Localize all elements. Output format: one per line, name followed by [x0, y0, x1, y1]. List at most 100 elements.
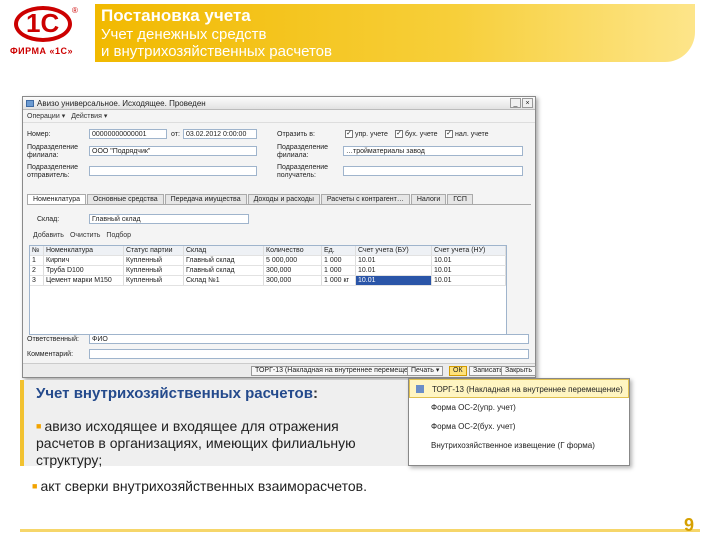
number-label: Номер: [27, 131, 51, 138]
column-header[interactable]: Количество [264, 246, 322, 255]
clear-button[interactable]: Очистить [70, 232, 100, 239]
menu-item-notice[interactable]: Внутрихозяйственное извещение (Г форма) [409, 436, 629, 455]
slide-subtitle-1: Учет денежных средств [101, 26, 267, 43]
date-label: от: [171, 131, 180, 138]
page-number: 9 [683, 515, 694, 535]
responsible-field[interactable]: ФИО [89, 334, 529, 344]
print-form-button[interactable]: ТОРГ-13 (Накладная на внутреннее перемещ… [251, 366, 426, 376]
panel-title: Учет внутрихозяйственных расчетов: [36, 385, 318, 402]
column-header[interactable]: Статус партии [124, 246, 184, 255]
window-title: Авизо универсальное. Исходящее. Проведен [37, 99, 206, 108]
menu-item-label: Внутрихозяйственное извещение (Г форма) [431, 441, 595, 450]
minimize-icon[interactable]: _ [510, 98, 521, 108]
table-cell: 10.01 [432, 256, 506, 265]
table-cell: 10.01 [432, 276, 506, 285]
close-button[interactable]: Закрыть [501, 366, 536, 376]
table-cell: 3 [30, 276, 44, 285]
table-cell: Кирпич [44, 256, 124, 265]
table-header-row: № Номенклатура Статус партии Склад Колич… [30, 246, 506, 256]
number-field[interactable]: 00000000000001 [89, 129, 167, 139]
table-cell: Купленный [124, 276, 184, 285]
bullet-item: ■ авизо исходящее и входящее для отражени… [36, 418, 356, 469]
close-icon[interactable]: × [522, 98, 533, 108]
table-row[interactable]: 1 Кирпич Купленный Главный склад 5 000,0… [30, 256, 506, 266]
reflect-nu-checkbox[interactable]: ✓ [445, 130, 453, 138]
receiver-branch-field[interactable]: …тройматериалы завод [343, 146, 523, 156]
table-cell-selected[interactable]: 10.01 [356, 276, 432, 285]
column-header[interactable]: Номенклатура [44, 246, 124, 255]
tab-counterparty-settlements[interactable]: Расчеты с контрагент… [320, 194, 410, 204]
table-cell: Склад №1 [184, 276, 264, 285]
comment-field[interactable] [89, 349, 529, 359]
receiver-branch-label: Подразделение филиала: [277, 144, 329, 159]
logo-text: ФИРМА «1С» [10, 46, 74, 56]
bullet-square-icon: ■ [32, 481, 38, 491]
branch-field[interactable]: ООО "Подрядчик" [89, 146, 257, 156]
print-button[interactable]: Печать ▾ [407, 366, 444, 376]
column-header[interactable]: Ед. [322, 246, 356, 255]
table-cell: Труба D100 [44, 266, 124, 275]
receiver-dept-label: Подразделение получатель: [277, 164, 329, 179]
menu-item-label: Форма ОС-2(бух. учет) [431, 422, 516, 431]
print-form-icon [416, 385, 424, 393]
tab-fixed-assets[interactable]: Основные средства [86, 194, 164, 204]
document-icon [26, 100, 34, 107]
tab-taxes[interactable]: Налоги [410, 194, 447, 204]
table-cell: Главный склад [184, 256, 264, 265]
ok-button[interactable]: ОК [449, 366, 467, 376]
column-header[interactable]: Склад [184, 246, 264, 255]
reflect-bu-label: бух. учете [405, 131, 438, 138]
table-cell: Главный склад [184, 266, 264, 275]
menu-item-os2-upr[interactable]: Форма ОС-2(упр. учет) [409, 398, 629, 417]
reflect-bu-checkbox[interactable]: ✓ [395, 130, 403, 138]
date-field[interactable]: 03.02.2012 0:00:00 [183, 129, 257, 139]
tab-nomenclature[interactable]: Номенклатура [27, 194, 86, 204]
add-row-button[interactable]: Добавить [33, 232, 64, 239]
footer-band [20, 529, 700, 532]
selection-button[interactable]: Подбор [106, 232, 131, 239]
reflect-label: Отразить в: [277, 131, 315, 138]
column-header[interactable]: № [30, 246, 44, 255]
table-cell: 300,000 [264, 276, 322, 285]
warehouse-field[interactable]: Главный склад [89, 214, 249, 224]
table-cell: 2 [30, 266, 44, 275]
document-window: Авизо универсальное. Исходящее. Проведен… [22, 96, 536, 378]
bullet-text: акт сверки внутрихозяйственных взаиморас… [40, 478, 367, 494]
table-cell: 1 [30, 256, 44, 265]
window-titlebar: Авизо универсальное. Исходящее. Проведен… [23, 97, 535, 110]
column-header[interactable]: Счет учета (БУ) [356, 246, 432, 255]
table-cell: 10.01 [356, 266, 432, 275]
panel-title-colon: : [312, 385, 318, 402]
menu-item-label: Форма ОС-2(упр. учет) [431, 403, 516, 412]
logo-mark: 1С [14, 6, 72, 42]
print-dropdown-menu: ТОРГ-13 (Накладная на внутреннее перемещ… [408, 378, 630, 466]
receiver-dept-field[interactable] [343, 166, 523, 176]
table-empty-area [30, 286, 506, 334]
sender-dept-field[interactable] [89, 166, 257, 176]
nomenclature-table: № Номенклатура Статус партии Склад Колич… [29, 245, 507, 335]
tab-income-expenses[interactable]: Доходы и расходы [247, 194, 320, 204]
actions-menu-button[interactable]: Действия ▾ [71, 112, 107, 120]
operations-menu-button[interactable]: Операции ▾ [27, 112, 65, 120]
table-row[interactable]: 2 Труба D100 Купленный Главный склад 300… [30, 266, 506, 276]
table-cell: Цемент марки М150 [44, 276, 124, 285]
window-bottom-bar: ТОРГ-13 (Накладная на внутреннее перемещ… [23, 363, 536, 377]
registered-mark-icon: ® [72, 6, 78, 15]
column-header[interactable]: Счет учета (НУ) [432, 246, 506, 255]
branch-label: Подразделение филиала: [27, 144, 79, 159]
tab-gsp[interactable]: ГСП [447, 194, 473, 204]
reflect-upr-label: упр. учете [355, 131, 388, 138]
menu-item-label: ТОРГ-13 (Накладная на внутреннее перемещ… [432, 385, 623, 394]
grid-toolbar: Добавить Очистить Подбор [29, 229, 131, 241]
tab-property-transfer[interactable]: Передача имущества [164, 194, 247, 204]
table-row[interactable]: 3 Цемент марки М150 Купленный Склад №1 3… [30, 276, 506, 286]
table-cell: Купленный [124, 256, 184, 265]
reflect-upr-checkbox[interactable]: ✓ [345, 130, 353, 138]
table-cell: 10.01 [356, 256, 432, 265]
info-panel: Учет внутрихозяйственных расчетов: ■ авиз… [20, 380, 408, 469]
table-cell: 10.01 [432, 266, 506, 275]
table-cell: Купленный [124, 266, 184, 275]
menu-item-os2-bu[interactable]: Форма ОС-2(бух. учет) [409, 417, 629, 436]
menu-item-torg13[interactable]: ТОРГ-13 (Накладная на внутреннее перемещ… [409, 379, 629, 398]
slide-subtitle-2: и внутрихозяйственных расчетов [101, 43, 332, 60]
